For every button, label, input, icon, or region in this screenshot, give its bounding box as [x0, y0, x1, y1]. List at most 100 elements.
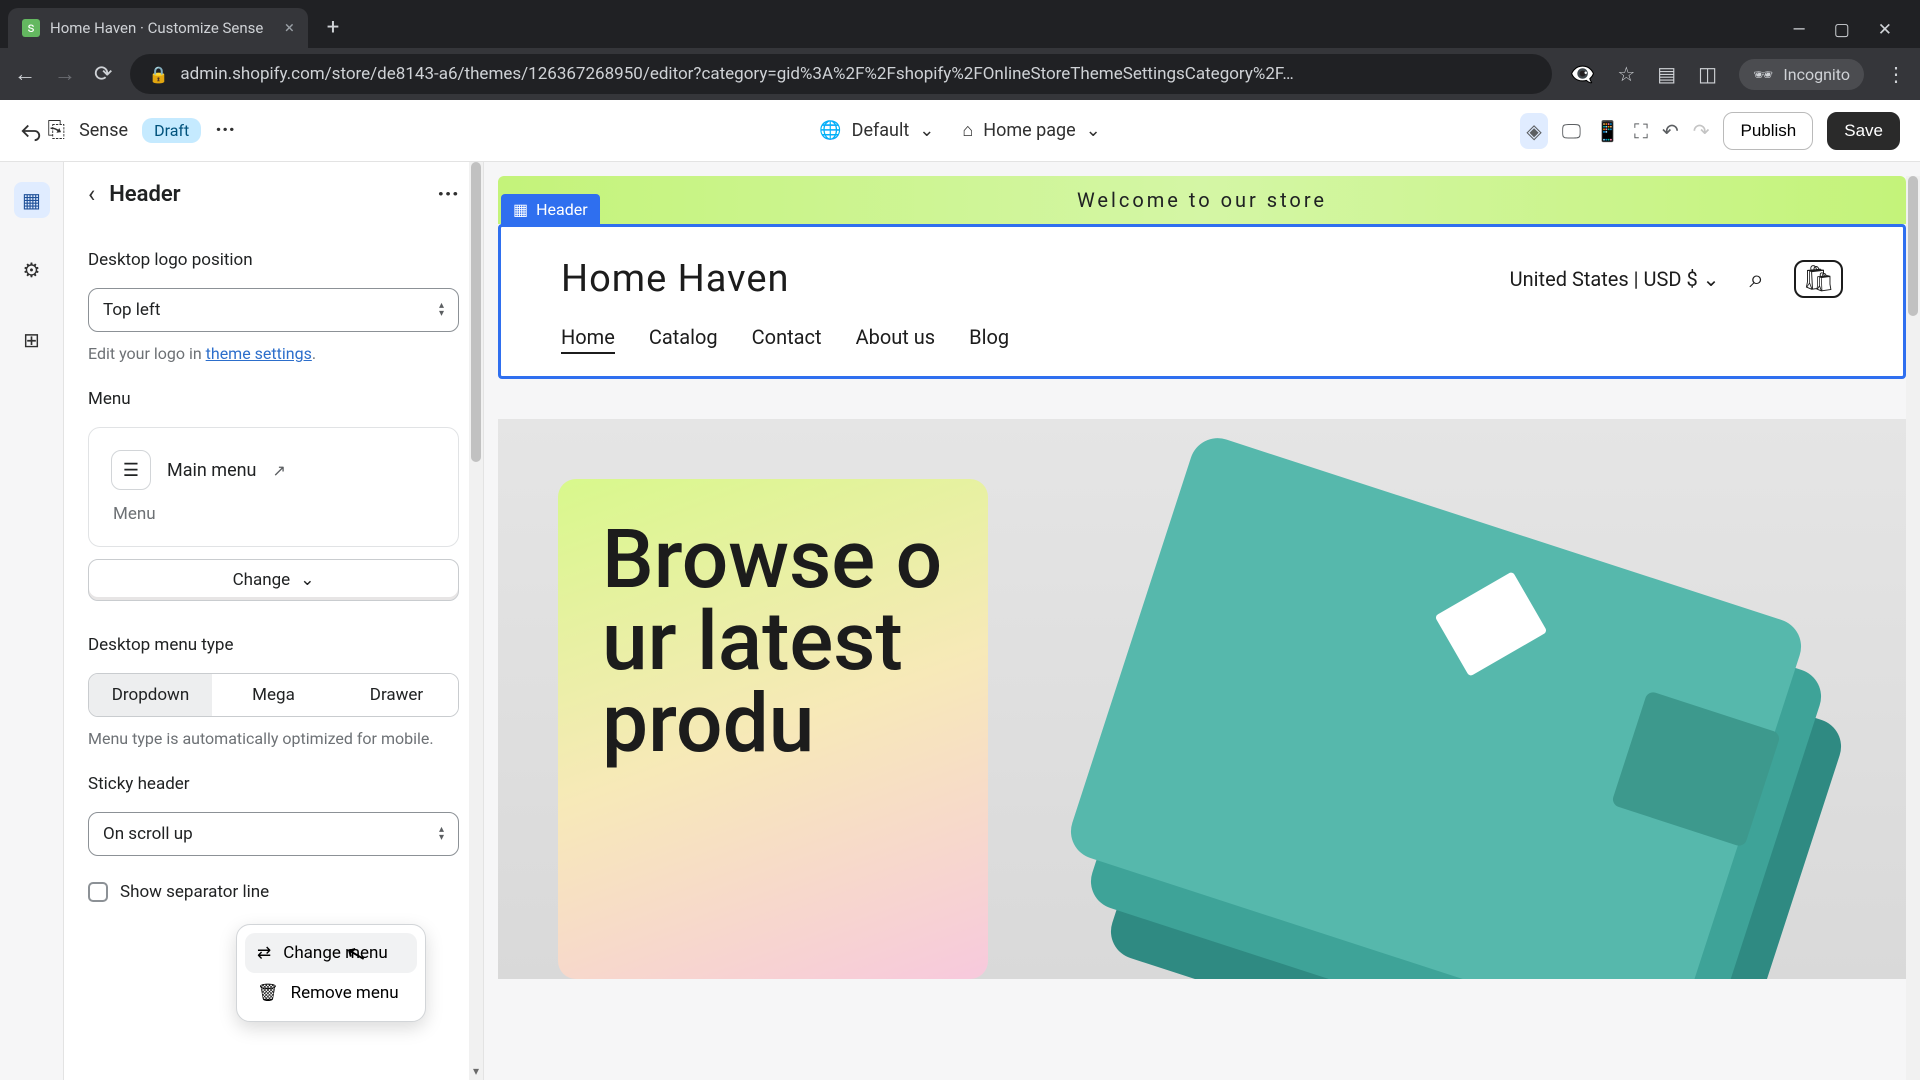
sections-rail-icon[interactable]: ▦ [14, 182, 50, 218]
theme-settings-link[interactable]: theme settings [206, 344, 312, 363]
logo-position-label: Desktop logo position [88, 250, 459, 270]
reload-icon[interactable]: ⟳ [94, 62, 112, 87]
left-rail: ▦ ⚙ ⊞ [0, 162, 64, 1080]
back-icon[interactable]: ← [14, 61, 36, 87]
tab-title: Home Haven · Customize Sense [50, 19, 263, 37]
panel-more-icon[interactable]: ··· [437, 180, 459, 208]
page-label: Home page [983, 120, 1075, 141]
mode-select[interactable]: 🌐 Default ⌄ [819, 120, 934, 141]
cart-icon[interactable]: 🛍 [1794, 260, 1843, 298]
seg-drawer[interactable]: Drawer [335, 674, 458, 716]
change-btn-label: Change [233, 570, 291, 590]
browser-tab[interactable]: s Home Haven · Customize Sense × [8, 8, 308, 48]
scroll-down-icon[interactable]: ▾ [469, 1064, 483, 1078]
url-text: admin.shopify.com/store/de8143-a6/themes… [180, 64, 1293, 84]
incognito-label: Incognito [1783, 65, 1850, 84]
change-menu-item[interactable]: ⇄ Change menu [245, 933, 417, 973]
sticky-header-label: Sticky header [88, 774, 459, 794]
save-button[interactable]: Save [1827, 112, 1900, 150]
menu-type-segmented[interactable]: Dropdown Mega Drawer [88, 673, 459, 717]
url-field[interactable]: 🔒 admin.shopify.com/store/de8143-a6/them… [130, 54, 1552, 94]
incognito-icon: 🕶 [1753, 65, 1773, 84]
minimize-icon[interactable]: — [1792, 20, 1805, 40]
checkbox-icon[interactable] [88, 882, 108, 902]
desktop-icon[interactable]: 🖵 [1562, 119, 1581, 143]
inspector-icon[interactable]: ◈ [1520, 113, 1547, 149]
incognito-badge[interactable]: 🕶 Incognito [1739, 59, 1864, 90]
new-tab-button[interactable]: + [316, 10, 350, 44]
globe-icon: 🌐 [819, 120, 841, 141]
more-actions-icon[interactable]: ··· [215, 118, 235, 143]
nav-blog[interactable]: Blog [969, 325, 1009, 354]
nav-home[interactable]: Home [561, 325, 615, 354]
sticky-value: On scroll up [103, 824, 193, 844]
panel-back-icon[interactable]: ‹ [88, 180, 95, 208]
maximize-icon[interactable]: ▢ [1834, 20, 1850, 40]
chevron-down-icon: ⌄ [919, 120, 934, 141]
logo-helper: Edit your logo in theme settings. [88, 344, 459, 363]
star-icon[interactable]: ☆ [1617, 62, 1635, 86]
theme-settings-rail-icon[interactable]: ⚙ [14, 252, 50, 288]
panel-icon[interactable]: ◫ [1698, 62, 1717, 86]
layout-icon: ▦ [513, 200, 528, 219]
menu-resource-card: ☰ Main menu ↗ Menu [88, 427, 459, 547]
nav-about[interactable]: About us [856, 325, 936, 354]
scrollbar-thumb[interactable] [1908, 176, 1918, 316]
announcement-bar[interactable]: Welcome to our store [498, 176, 1906, 224]
select-caret-icon: ▴▾ [439, 302, 444, 318]
reader-icon[interactable]: ▤ [1657, 62, 1676, 86]
nav-catalog[interactable]: Catalog [649, 325, 718, 354]
hero-section[interactable]: Browse our latest produ [498, 419, 1906, 979]
hero-heading: Browse our latest produ [602, 519, 944, 765]
header-section-selected[interactable]: ▦ Header Home Haven United States | USD … [498, 224, 1906, 379]
mobile-icon[interactable]: 📱 [1595, 119, 1620, 143]
undo-icon[interactable]: ↶ [1662, 119, 1679, 143]
sticky-header-select[interactable]: On scroll up ▴▾ [88, 812, 459, 856]
preview-canvas: Welcome to our store ▦ Header Home Haven… [484, 162, 1920, 1080]
menu-type-note: Menu type is automatically optimized for… [88, 729, 459, 748]
menu-sub-label: Menu [111, 504, 436, 524]
status-badge: Draft [142, 118, 201, 143]
select-caret-icon: ▴▾ [439, 826, 444, 842]
publish-button[interactable]: Publish [1723, 112, 1813, 150]
nav-contact[interactable]: Contact [752, 325, 822, 354]
chevron-down-icon: ⌄ [1086, 120, 1101, 141]
search-icon[interactable]: ⌕ [1749, 264, 1764, 295]
redo-icon[interactable]: ↷ [1693, 119, 1710, 143]
chevron-down-icon: ⌄ [300, 570, 314, 590]
exit-editor-icon[interactable]: ⎘ [20, 118, 65, 143]
separator-checkbox-row[interactable]: Show separator line [88, 882, 459, 902]
change-menu-popup: ⇄ Change menu 🗑 Remove menu [236, 924, 426, 1022]
lock-icon: 🔒 [148, 65, 168, 84]
swap-icon: ⇄ [257, 943, 271, 963]
app-embeds-rail-icon[interactable]: ⊞ [14, 322, 50, 358]
remove-menu-item[interactable]: 🗑 Remove menu [245, 973, 417, 1013]
external-link-icon[interactable]: ↗ [272, 461, 285, 480]
menu-label: Menu [88, 389, 459, 409]
forward-icon[interactable]: → [54, 61, 76, 87]
logo-position-select[interactable]: Top left ▴▾ [88, 288, 459, 332]
main-menu-label: Main menu [167, 460, 256, 481]
chevron-down-icon: ⌄ [1703, 267, 1720, 291]
menu-thumb-icon: ☰ [111, 450, 151, 490]
seg-dropdown[interactable]: Dropdown [89, 674, 212, 716]
close-window-icon[interactable]: ✕ [1878, 20, 1892, 40]
hero-text-card: Browse our latest produ [558, 479, 988, 979]
kebab-menu-icon[interactable]: ⋮ [1886, 62, 1906, 86]
desktop-menu-type-label: Desktop menu type [88, 635, 459, 655]
shopify-favicon: s [22, 19, 40, 37]
locale-selector[interactable]: United States | USD $ ⌄ [1510, 267, 1720, 291]
panel-title: Header [109, 182, 180, 207]
store-logo[interactable]: Home Haven [561, 257, 789, 301]
page-select[interactable]: ⌂ Home page ⌄ [962, 120, 1100, 141]
main-nav: Home Catalog Contact About us Blog [561, 325, 1843, 354]
header-section-tag[interactable]: ▦ Header [501, 194, 600, 225]
canvas-scrollbar[interactable] [1906, 176, 1920, 1080]
close-tab-icon[interactable]: × [285, 18, 294, 38]
fullscreen-icon[interactable]: ⛶ [1634, 119, 1648, 143]
seg-mega[interactable]: Mega [212, 674, 335, 716]
hero-image [1066, 449, 1886, 979]
change-menu-button[interactable]: Change ⌄ [88, 559, 459, 601]
eye-off-icon[interactable]: 👁‍🗨 [1570, 62, 1595, 86]
logo-position-value: Top left [103, 300, 160, 320]
